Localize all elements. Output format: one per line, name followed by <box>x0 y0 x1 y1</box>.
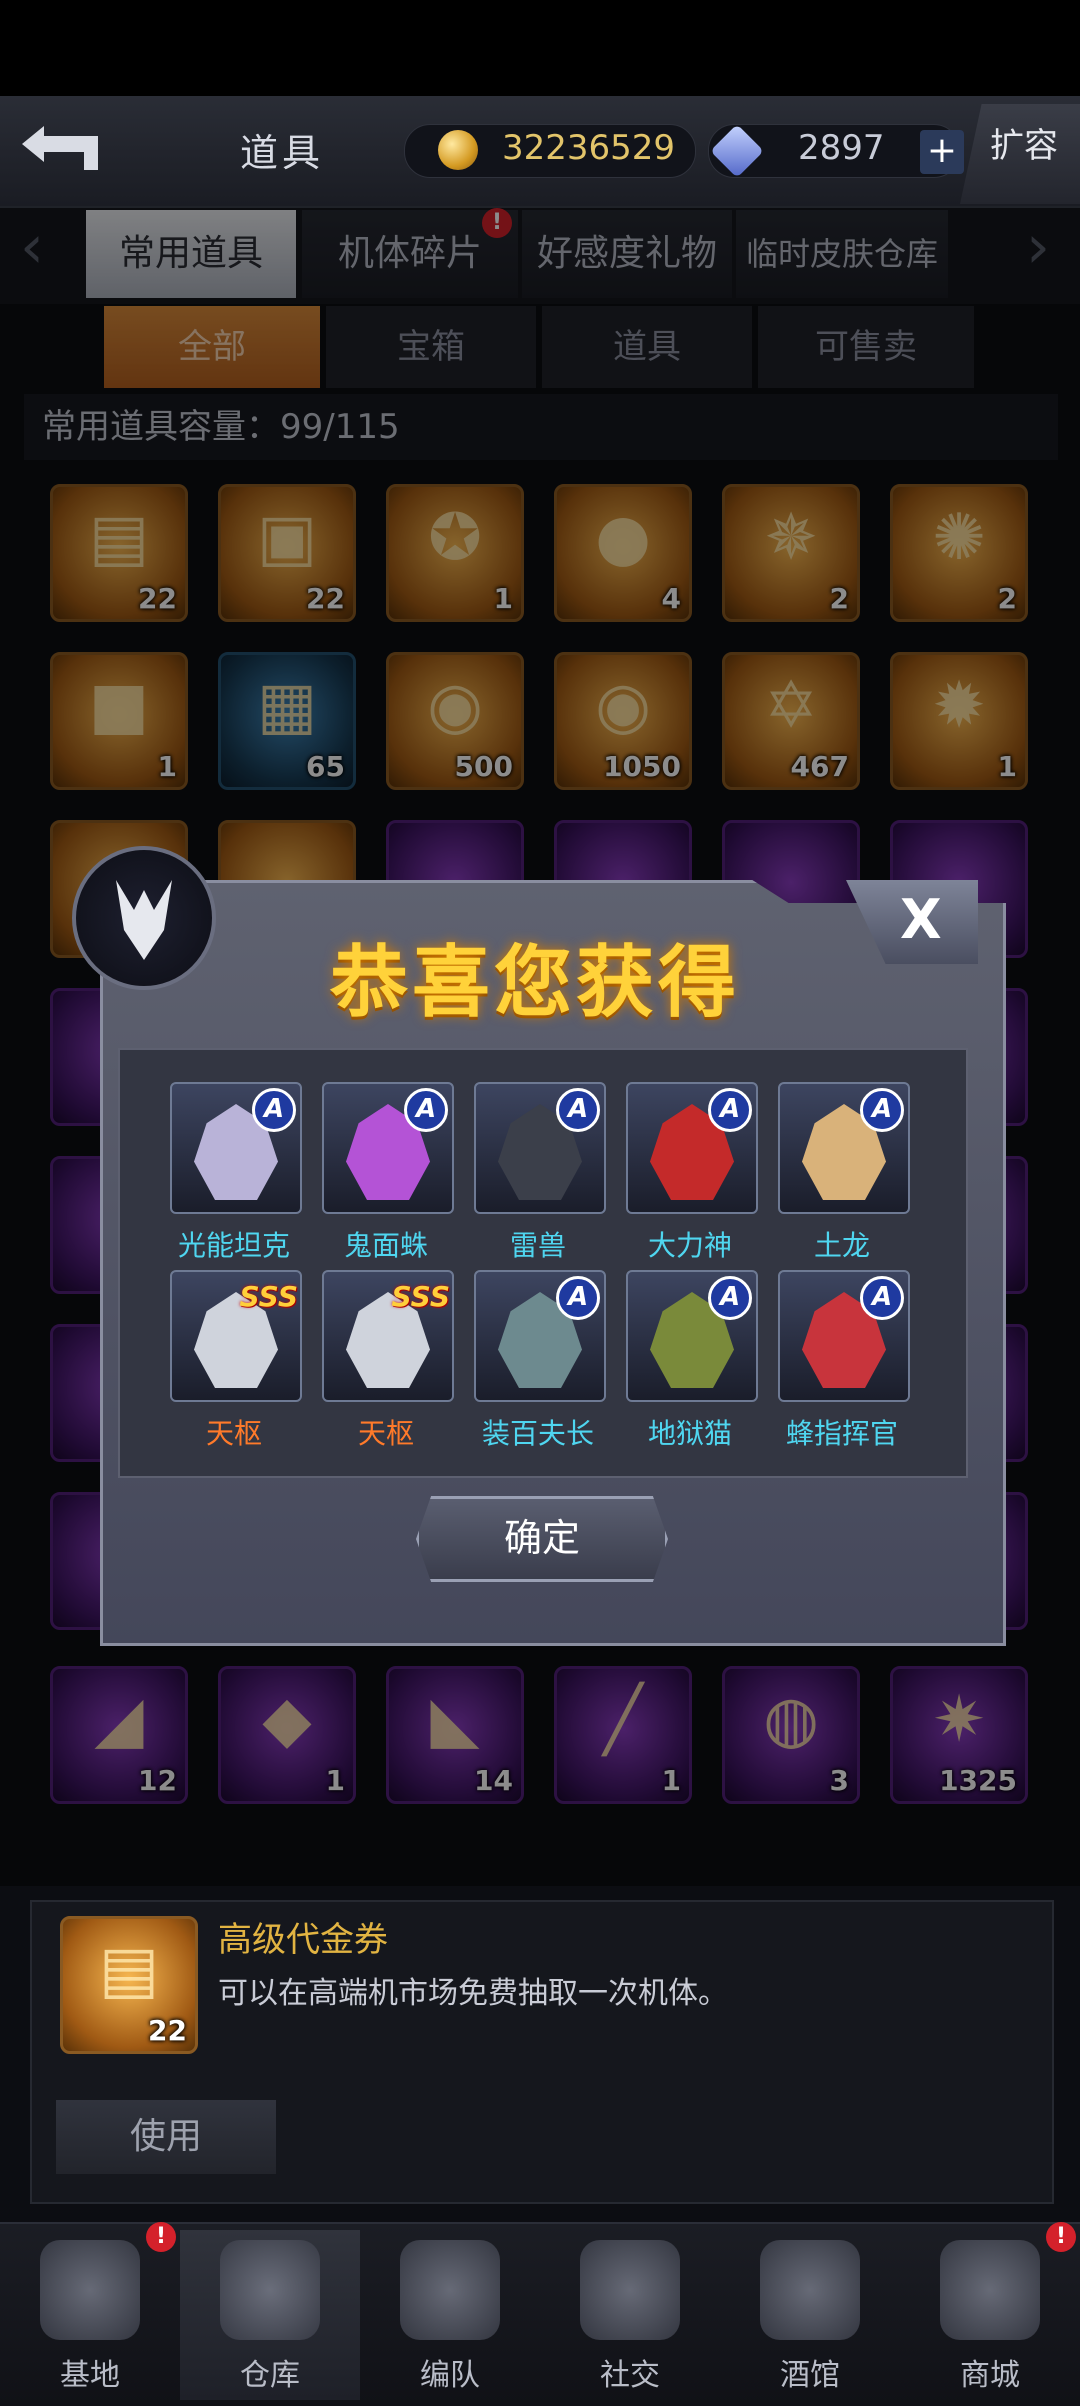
rank-badge: A <box>708 1276 752 1320</box>
rank-badge: A <box>404 1088 448 1132</box>
handshake-icon <box>580 2240 680 2340</box>
reward-name: 天枢 <box>357 1417 414 1450</box>
nav-label: 基地 <box>60 2358 120 2393</box>
tavern-icon <box>760 2240 860 2340</box>
nav-social[interactable]: 社交 <box>540 2230 720 2400</box>
status-bar <box>0 0 1080 96</box>
reward-mech-card[interactable]: A <box>474 1082 606 1214</box>
back-button[interactable] <box>14 118 104 178</box>
nav-warehouse[interactable]: 仓库 <box>180 2230 360 2400</box>
confirm-button[interactable]: 确定 <box>416 1496 668 1582</box>
coin-icon <box>438 130 478 170</box>
rank-badge: SSS <box>391 1280 450 1313</box>
reward-mech-card[interactable]: A <box>474 1270 606 1402</box>
rank-badge: A <box>252 1088 296 1132</box>
reward-mech-card[interactable]: SSS <box>322 1270 454 1402</box>
rank-badge: A <box>556 1276 600 1320</box>
emblem-icon <box>72 846 216 990</box>
reward-name: 鬼面蛛 <box>343 1229 428 1262</box>
item-description: 可以在高端机市场免费抽取一次机体。 <box>218 1976 728 2011</box>
reward-mech-card[interactable]: A <box>626 1270 758 1402</box>
reward-name: 大力神 <box>647 1229 732 1262</box>
back-arrow-icon <box>22 126 98 170</box>
item-name: 高级代金券 <box>218 1920 388 1960</box>
page-title: 道具 <box>240 131 325 175</box>
nav-label: 仓库 <box>240 2358 300 2393</box>
dialog-title: 恭喜您获得 <box>330 938 741 1028</box>
base-alert-badge: ! <box>146 2222 176 2252</box>
reward-mech-card[interactable]: A <box>778 1270 910 1402</box>
gem-amount: 2897 <box>798 128 885 168</box>
reward-name: 光能坦克 <box>177 1229 290 1262</box>
add-gems-button[interactable]: + <box>920 130 964 174</box>
expand-label: 扩容 <box>990 126 1058 166</box>
reward-mech-card[interactable]: A <box>170 1082 302 1214</box>
rank-badge: A <box>556 1088 600 1132</box>
reward-name: 雷兽 <box>509 1229 566 1262</box>
reward-name: 装百夫长 <box>481 1417 594 1450</box>
reward-name: 蜂指挥官 <box>785 1417 898 1450</box>
coin-amount: 32236529 <box>502 128 676 168</box>
reward-name: 天枢 <box>205 1417 262 1450</box>
nav-label: 社交 <box>600 2358 660 2393</box>
nav-label: 商城 <box>960 2358 1020 2393</box>
rank-badge: SSS <box>239 1280 298 1313</box>
nav-label: 酒馆 <box>780 2358 840 2393</box>
reward-mech-card[interactable]: A <box>322 1082 454 1214</box>
reward-name: 土龙 <box>813 1229 870 1262</box>
nav-tavern[interactable]: 酒馆 <box>720 2230 900 2400</box>
close-icon: X <box>900 888 942 951</box>
nav-shop[interactable]: 商城 <box>900 2230 1080 2400</box>
nav-base[interactable]: 基地 <box>0 2230 180 2400</box>
reward-mech-card[interactable]: SSS <box>170 1270 302 1402</box>
reward-mech-card[interactable]: A <box>778 1082 910 1214</box>
helmet-icon <box>400 2240 500 2340</box>
shop-icon <box>940 2240 1040 2340</box>
nav-label: 编队 <box>420 2358 480 2393</box>
rank-badge: A <box>860 1088 904 1132</box>
reward-mech-card[interactable]: A <box>626 1082 758 1214</box>
nav-formation[interactable]: 编队 <box>360 2230 540 2400</box>
use-button[interactable]: 使用 <box>56 2100 276 2174</box>
base-icon <box>40 2240 140 2340</box>
warehouse-icon <box>220 2240 320 2340</box>
shop-alert-badge: ! <box>1046 2222 1076 2252</box>
item-count: 22 <box>148 2014 187 2047</box>
voucher-cards-icon: ▤ <box>98 1933 160 2007</box>
selected-item-icon: ▤ 22 <box>60 1916 198 2054</box>
reward-name: 地狱猫 <box>647 1417 732 1450</box>
rank-badge: A <box>708 1088 752 1132</box>
rank-badge: A <box>860 1276 904 1320</box>
